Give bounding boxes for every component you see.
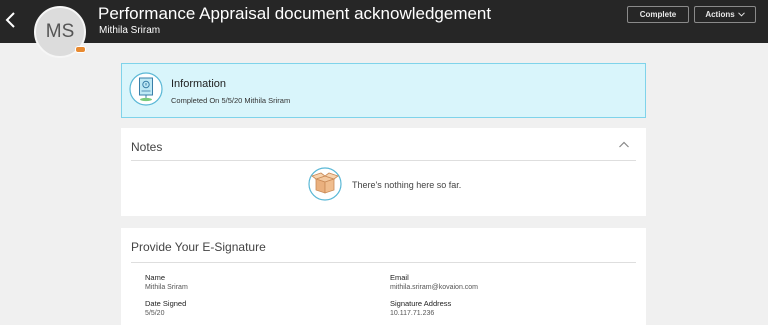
back-arrow-icon[interactable] <box>4 10 18 30</box>
name-value: Mithila Sriram <box>145 284 188 291</box>
avatar-status-badge <box>75 46 86 53</box>
page-subtitle: Mithila Sriram <box>99 25 161 36</box>
date-signed-label: Date Signed <box>145 299 187 308</box>
name-label: Name <box>145 273 166 282</box>
info-document-icon <box>129 72 163 106</box>
date-signed-value: 5/5/20 <box>145 310 165 317</box>
signature-address-value: 10.117.71.236 <box>390 310 435 317</box>
avatar-initials: MS <box>45 21 75 42</box>
e-signature-card: Provide Your E-Signature Name Mithila Sr… <box>121 228 646 325</box>
notes-card: Notes There's nothing here so far. <box>121 128 646 216</box>
e-signature-title: Provide Your E-Signature <box>131 240 266 254</box>
chevron-down-icon <box>737 12 745 17</box>
complete-button[interactable]: Complete <box>627 6 689 23</box>
empty-box-icon <box>308 167 342 201</box>
notes-empty-text: There's nothing here so far. <box>352 180 462 190</box>
info-text: Completed On 5/5/20 Mithila Sriram <box>171 96 291 105</box>
information-banner: Information Completed On 5/5/20 Mithila … <box>121 63 646 118</box>
actions-button[interactable]: Actions <box>694 6 756 23</box>
page-title: Performance Appraisal document acknowled… <box>98 4 492 23</box>
header-bar: Performance Appraisal document acknowled… <box>0 0 768 43</box>
email-label: Email <box>390 273 409 282</box>
actions-button-label: Actions <box>705 10 735 19</box>
complete-button-label: Complete <box>639 10 677 19</box>
notes-title: Notes <box>131 140 163 154</box>
chevron-up-icon[interactable] <box>618 140 630 150</box>
signature-address-label: Signature Address <box>390 299 452 308</box>
info-title: Information <box>171 78 227 90</box>
e-signature-divider <box>131 262 636 263</box>
email-value: mithila.sriram@kovaion.com <box>390 284 479 291</box>
notes-divider <box>131 160 636 161</box>
